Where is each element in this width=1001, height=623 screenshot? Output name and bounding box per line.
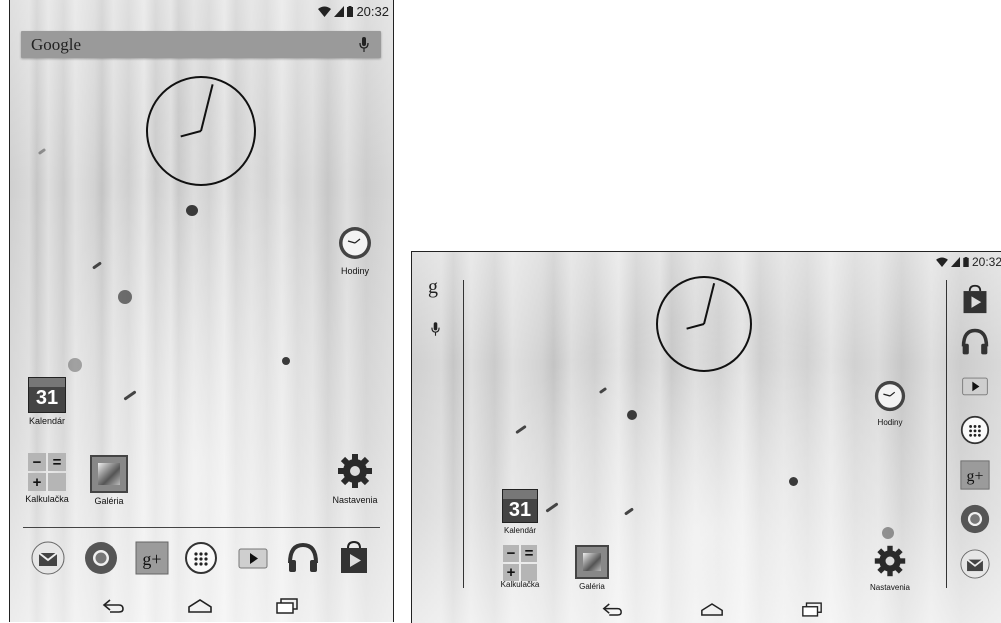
play-music-icon[interactable]	[286, 541, 320, 575]
signal-icon	[334, 5, 345, 17]
calculator-icon: − = +	[503, 545, 537, 581]
wallpaper-spot	[68, 358, 82, 372]
clock-app[interactable]: Hodiny	[327, 225, 383, 276]
signal-icon	[950, 257, 960, 267]
search-divider	[463, 280, 464, 588]
battery-icon	[963, 257, 969, 267]
wallpaper-spot	[282, 357, 290, 365]
landscape-home-screen: 20:32 g Hodiny 31 Kalendár − = + Kalkulačk…	[411, 251, 1001, 623]
gallery-app[interactable]: Galéria	[86, 455, 132, 506]
play-music-icon[interactable]	[960, 327, 990, 357]
play-store-icon[interactable]	[337, 539, 371, 575]
gallery-app-label: Galéria	[579, 582, 605, 591]
gallery-icon	[575, 545, 609, 579]
clock-icon	[339, 227, 371, 259]
status-time: 20:32	[356, 3, 389, 19]
settings-app-label: Nastavenia	[332, 495, 378, 505]
google-plus-icon[interactable]: g+	[135, 541, 169, 575]
status-bar: 20:32	[936, 252, 1001, 272]
calculator-icon: − = +	[28, 453, 66, 491]
portrait-home-screen: 20:32 Google Hodiny 31 Kalendár − = + Kalk…	[9, 0, 394, 622]
clock-icon	[874, 380, 906, 412]
calculator-app[interactable]: − = + Kalkulačka	[497, 545, 543, 589]
app-drawer-icon[interactable]	[184, 541, 218, 575]
clock-hour-hand	[180, 130, 202, 138]
google-search-bar[interactable]: Google	[21, 31, 381, 58]
settings-icon	[874, 545, 906, 577]
chrome-icon[interactable]	[84, 541, 118, 575]
google-search-button[interactable]: g	[428, 276, 438, 299]
settings-icon	[338, 454, 372, 488]
back-icon[interactable]	[101, 598, 125, 614]
calculator-app-label: Kalkulačka	[500, 580, 540, 589]
calendar-icon: 31	[502, 489, 538, 523]
navigation-bar	[562, 597, 862, 621]
dock-divider	[946, 280, 947, 588]
clock-minute-hand	[200, 84, 214, 132]
calendar-icon: 31	[28, 377, 66, 413]
home-icon[interactable]	[187, 598, 213, 614]
wallpaper-spot	[118, 290, 132, 304]
analog-clock-widget[interactable]	[146, 76, 256, 186]
calendar-app-label: Kalendár	[503, 526, 537, 535]
settings-app[interactable]: Nastavenia	[327, 452, 383, 505]
home-icon[interactable]	[700, 602, 724, 617]
app-drawer-icon[interactable]	[960, 415, 990, 445]
clock-minute-hand	[703, 283, 716, 325]
recents-icon[interactable]	[275, 598, 299, 614]
chrome-icon[interactable]	[960, 504, 990, 534]
calculator-app[interactable]: − = + Kalkulačka	[22, 453, 72, 504]
clock-hour-hand	[686, 323, 705, 330]
play-store-icon[interactable]	[960, 283, 990, 315]
wifi-icon	[318, 6, 332, 17]
wallpaper-spot	[627, 410, 637, 420]
svg-text:g+: g+	[967, 468, 984, 485]
navigation-bar	[70, 592, 330, 620]
calculator-app-label: Kalkulačka	[25, 494, 69, 504]
gmail-icon[interactable]	[960, 549, 990, 579]
gmail-icon[interactable]	[31, 541, 65, 575]
clock-app[interactable]: Hodiny	[864, 379, 916, 427]
wallpaper-spot	[186, 205, 198, 216]
dock-divider	[23, 527, 380, 528]
play-movies-icon[interactable]	[960, 371, 990, 401]
svg-text:g+: g+	[142, 549, 161, 569]
gallery-app-label: Galéria	[94, 496, 124, 506]
clock-app-label: Hodiny	[877, 418, 903, 427]
mic-icon[interactable]	[431, 322, 440, 336]
analog-clock-widget[interactable]	[656, 276, 752, 372]
gallery-app[interactable]: Galéria	[570, 545, 614, 591]
calendar-app-label: Kalendár	[28, 416, 66, 426]
clock-app-label: Hodiny	[340, 266, 369, 276]
play-movies-icon[interactable]	[236, 541, 270, 575]
wallpaper-spot	[882, 527, 894, 539]
calendar-day: 31	[35, 387, 59, 409]
calendar-day: 31	[508, 499, 532, 521]
back-icon[interactable]	[601, 602, 623, 617]
settings-app[interactable]: Nastavenia	[864, 544, 916, 592]
status-bar: 20:32	[318, 0, 389, 22]
google-plus-icon[interactable]: g+	[960, 460, 990, 490]
battery-icon	[347, 5, 354, 17]
calendar-app[interactable]: 31 Kalendár	[498, 489, 542, 535]
wallpaper-spot	[789, 477, 798, 486]
status-time: 20:32	[971, 255, 1001, 269]
recents-icon[interactable]	[801, 601, 823, 617]
settings-app-label: Nastavenia	[869, 583, 911, 592]
calendar-app[interactable]: 31 Kalendár	[23, 377, 71, 426]
gallery-icon	[90, 455, 128, 493]
wifi-icon	[936, 257, 948, 267]
google-logo: Google	[31, 34, 82, 54]
mic-icon[interactable]	[359, 37, 369, 52]
